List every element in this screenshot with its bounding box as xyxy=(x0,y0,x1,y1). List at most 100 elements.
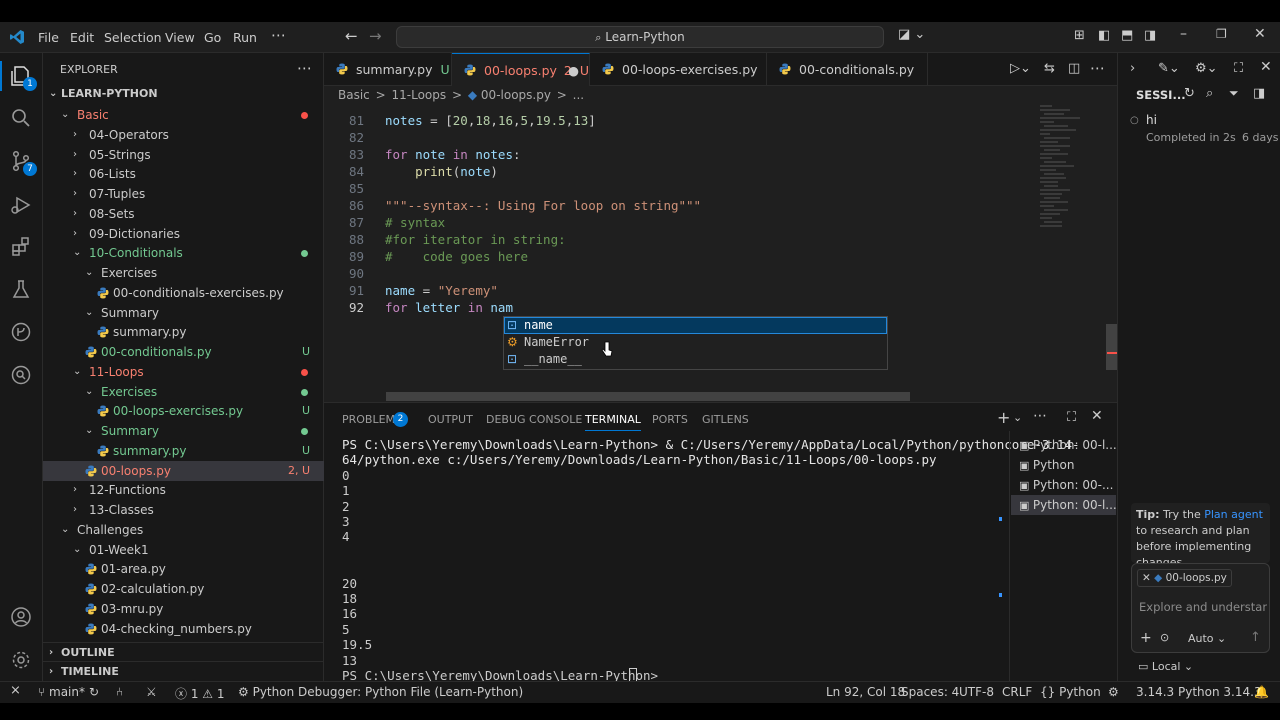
tab-terminal[interactable]: TERMINAL xyxy=(585,413,641,431)
toggle-panel-icon[interactable]: ⬒ xyxy=(1121,28,1133,43)
code-line[interactable]: # code goes here xyxy=(385,249,528,264)
minimap[interactable] xyxy=(1036,104,1106,234)
file-item[interactable]: 02-calculation.py xyxy=(43,579,324,599)
maximize-icon[interactable]: ⛶ xyxy=(1234,61,1243,76)
tab-gitlens[interactable]: GITLENS xyxy=(702,413,749,426)
back-arrow-icon[interactable]: ← xyxy=(345,27,358,45)
branch-item[interactable]: ⑂ main* xyxy=(38,685,85,699)
file-item[interactable]: 00-conditionals-exercises.py xyxy=(43,283,324,303)
testing-icon[interactable] xyxy=(9,278,33,302)
file-item[interactable]: 00-loops-exercises.py U xyxy=(43,401,324,421)
tab-00-loops-exercises[interactable]: 00-loops-exercises.py U xyxy=(590,53,767,110)
folder-item[interactable]: ⌄ Summary xyxy=(43,303,324,323)
editor-more-icon[interactable]: ⋯ xyxy=(1090,59,1105,77)
code-line[interactable]: for note in notes: xyxy=(385,147,521,162)
toggle-secondary-sidebar-icon[interactable]: ◨ xyxy=(1144,28,1156,43)
unsaved-dot-icon[interactable]: ● xyxy=(568,54,579,87)
code-line[interactable]: """--syntax--: Using For loop on string"… xyxy=(385,198,701,213)
new-chat-icon[interactable]: ✎⌄ xyxy=(1158,61,1180,76)
menu-edit[interactable]: Edit xyxy=(70,30,94,45)
settings-gear-icon[interactable] xyxy=(9,648,33,672)
file-item[interactable]: 00-loops.py 2, U xyxy=(43,460,324,481)
add-context-icon[interactable]: + xyxy=(1140,630,1152,646)
folder-item[interactable]: › 09-Dictionaries xyxy=(43,224,324,244)
split-editor-icon[interactable]: ◫ xyxy=(1068,61,1080,76)
folder-item[interactable]: › 06-Lists xyxy=(43,164,324,184)
remote-icon[interactable]: ⨯ xyxy=(10,683,21,698)
interpreter[interactable]: Python 3.14.3 xyxy=(1178,685,1262,699)
suggestion-dunder-name[interactable]: __name__ xyxy=(524,352,582,366)
gitlens-icon[interactable] xyxy=(9,363,33,387)
copilot-status-icon[interactable]: ⚙ xyxy=(1108,685,1119,699)
file-item[interactable]: 00-conditionals.py U xyxy=(43,342,324,362)
notifications-icon[interactable]: 🔔 xyxy=(1254,685,1269,699)
session-item[interactable]: ○ hi Completed in 2s 6 days xyxy=(1118,109,1280,149)
tools-icon[interactable]: ⊙ xyxy=(1160,631,1169,644)
terminal-instance[interactable]: ▣ Python: 00-... xyxy=(1011,475,1116,495)
forward-arrow-icon[interactable]: → xyxy=(369,27,382,45)
chevron-down-icon[interactable]: ⌄ xyxy=(1013,411,1022,424)
suggestion-name[interactable]: name xyxy=(524,318,553,332)
folder-item[interactable]: ⌄ Basic xyxy=(43,105,324,125)
folder-item[interactable]: › 07-Tuples xyxy=(43,184,324,204)
command-center[interactable]: ⌕ Learn-Python xyxy=(396,26,884,48)
sync-icon[interactable]: ↻ xyxy=(89,685,99,699)
folder-item[interactable]: ⌄ 10-Conditionals xyxy=(43,243,324,263)
close-icon[interactable]: ✕ xyxy=(1260,59,1272,75)
folder-item[interactable]: › 05-Strings xyxy=(43,145,324,165)
chat-input[interactable]: Explore and understand y xyxy=(1139,600,1267,614)
sidebar-toggle-icon[interactable]: › xyxy=(1130,61,1135,76)
debugger-item[interactable]: ⚙ Python Debugger: Python File (Learn-Py… xyxy=(238,685,523,699)
github-icon[interactable] xyxy=(9,320,33,344)
folder-item[interactable]: ⌄ Challenges xyxy=(43,520,324,540)
toggle-sidebar-icon[interactable]: ◧ xyxy=(1098,28,1110,43)
mode-picker[interactable]: Auto ⌄ xyxy=(1188,632,1226,645)
tab-debug-console[interactable]: DEBUG CONSOLE xyxy=(486,413,582,426)
new-terminal-icon[interactable]: + xyxy=(997,408,1010,427)
encoding[interactable]: UTF-8 xyxy=(959,685,994,699)
run-python-icon[interactable]: ▷⌄ xyxy=(1010,61,1031,76)
file-item[interactable]: summary.py xyxy=(43,322,324,342)
horizontal-scrollbar[interactable] xyxy=(386,392,910,401)
code-line[interactable]: #for iterator in string: xyxy=(385,232,566,247)
account-icon[interactable] xyxy=(9,605,33,629)
explorer-more-icon[interactable]: ⋯ xyxy=(297,59,312,77)
location-picker[interactable]: ▭ Local ⌄ xyxy=(1138,660,1193,673)
python-version[interactable]: 3.14.3 xyxy=(1136,685,1174,699)
line-ending[interactable]: CRLF xyxy=(1002,685,1032,699)
problems-item[interactable]: ⓧ 1 ⚠ 1 xyxy=(175,685,225,702)
code-line[interactable]: print(note) xyxy=(385,164,498,179)
menu-view[interactable]: View xyxy=(165,30,195,45)
terminal-instance[interactable]: ▣ Python: 00-l... xyxy=(1011,435,1116,455)
folder-item[interactable]: ⌄ Summary xyxy=(43,421,324,441)
source-control-icon[interactable]: 7 xyxy=(9,149,37,176)
tab-summary[interactable]: summary.py U xyxy=(324,53,452,86)
refresh-icon[interactable]: ↻ xyxy=(1184,86,1195,101)
code-line[interactable]: # syntax xyxy=(385,215,445,230)
terminal-instance[interactable]: ▣ Python: 00-l... xyxy=(1011,495,1116,515)
folder-item[interactable]: › 13-Classes xyxy=(43,500,324,520)
folder-item[interactable]: ⌄ 11-Loops xyxy=(43,362,324,382)
terminal-instance[interactable]: ▣ Python xyxy=(1011,455,1116,475)
close-window-icon[interactable]: ✕ xyxy=(1254,26,1266,42)
code-line[interactable]: name = "Yeremy" xyxy=(385,283,498,298)
indentation[interactable]: Spaces: 4 xyxy=(901,685,959,699)
folder-item[interactable]: ⌄ Exercises xyxy=(43,382,324,402)
restore-icon[interactable]: ❐ xyxy=(1216,27,1227,41)
ports-icon[interactable]: ⚔ xyxy=(146,685,157,699)
send-icon[interactable]: ↑ xyxy=(1250,630,1261,645)
panel-more-icon[interactable]: ⋯ xyxy=(1033,408,1047,424)
graph-icon[interactable]: ⑃ xyxy=(116,685,123,699)
close-panel-icon[interactable]: ✕ xyxy=(1091,408,1103,424)
code-line[interactable]: notes = [20,18,16,5,19.5,13] xyxy=(385,113,596,128)
file-item[interactable]: 01-area.py xyxy=(43,559,324,579)
language-mode[interactable]: {} Python xyxy=(1040,685,1101,699)
workspace-root[interactable]: ⌄ LEARN-PYTHON xyxy=(43,84,324,104)
suggestion-nameerror[interactable]: NameError xyxy=(524,335,589,349)
cursor-position[interactable]: Ln 92, Col 18 xyxy=(826,685,905,699)
minimize-icon[interactable]: – xyxy=(1180,26,1187,42)
menu-go[interactable]: Go xyxy=(204,30,221,45)
menu-selection[interactable]: Selection xyxy=(104,30,162,45)
folder-item[interactable]: › 04-Operators xyxy=(43,125,324,145)
extensions-icon[interactable] xyxy=(9,235,33,259)
